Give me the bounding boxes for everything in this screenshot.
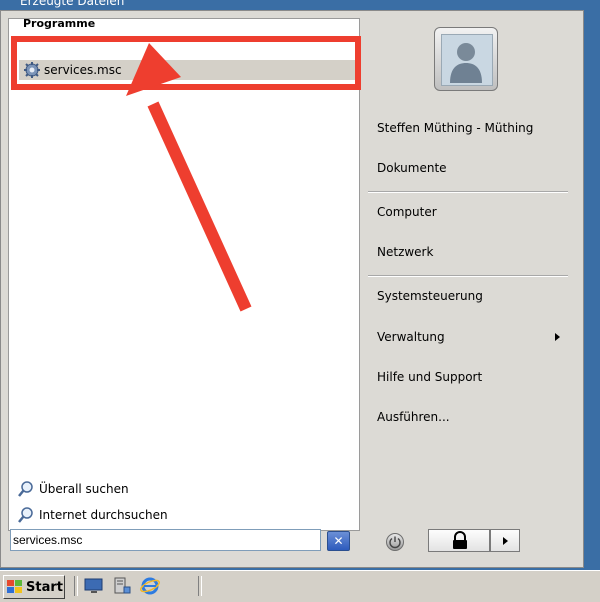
menu-separator: [368, 191, 568, 193]
taskbar: Start: [0, 570, 600, 602]
user-avatar-icon[interactable]: [434, 27, 498, 91]
start-button[interactable]: Start: [3, 575, 65, 599]
avatar-picture: [441, 34, 493, 86]
chevron-right-icon: [555, 333, 560, 341]
menu-documents[interactable]: Dokumente: [377, 161, 447, 175]
menu-control-panel[interactable]: Systemsteuerung: [377, 289, 483, 303]
taskbar-separator: [74, 576, 78, 596]
internet-explorer-icon[interactable]: [140, 577, 160, 595]
menu-run[interactable]: Ausführen...: [377, 410, 450, 424]
programs-pane: Programme services.msc Überall suchen In…: [8, 18, 360, 531]
menu-user-name[interactable]: Steffen Müthing - Müthing: [377, 121, 533, 135]
taskbar-separator: [198, 576, 202, 596]
close-icon: ✕: [333, 534, 344, 548]
server-manager-icon[interactable]: [112, 577, 132, 595]
menu-separator: [368, 275, 568, 277]
start-label: Start: [26, 579, 63, 595]
search-everywhere-link[interactable]: Überall suchen: [17, 476, 347, 502]
menu-network[interactable]: Netzwerk: [377, 245, 433, 259]
annotation-highlight-box: [11, 36, 361, 90]
power-button[interactable]: [386, 533, 404, 551]
shutdown-options-button[interactable]: [490, 529, 520, 552]
search-internet-link[interactable]: Internet durchsuchen: [17, 502, 347, 528]
places-pane: Steffen Müthing - Müthing Dokumente Comp…: [362, 11, 584, 541]
search-internet-label: Internet durchsuchen: [39, 508, 168, 522]
start-menu: Programme services.msc Überall suchen In…: [0, 10, 584, 568]
search-everywhere-label: Überall suchen: [39, 482, 129, 496]
windows-logo-icon: [7, 580, 22, 593]
search-icon: [18, 507, 33, 523]
lock-button[interactable]: [428, 529, 490, 552]
search-icon: [18, 481, 33, 497]
search-links: Überall suchen Internet durchsuchen: [17, 476, 347, 528]
user-silhouette-icon: [450, 43, 482, 83]
menu-administration[interactable]: Verwaltung: [377, 330, 445, 344]
programs-section-header: Programme: [23, 18, 96, 30]
clear-search-button[interactable]: ✕: [327, 531, 350, 551]
lock-icon: [453, 531, 467, 549]
show-desktop-icon[interactable]: [84, 577, 104, 595]
power-icon: [389, 536, 401, 549]
window-title: Erzeugte Dateien: [20, 0, 125, 8]
start-search-input[interactable]: [10, 529, 321, 551]
menu-help-support[interactable]: Hilfe und Support: [377, 370, 482, 384]
menu-computer[interactable]: Computer: [377, 205, 437, 219]
